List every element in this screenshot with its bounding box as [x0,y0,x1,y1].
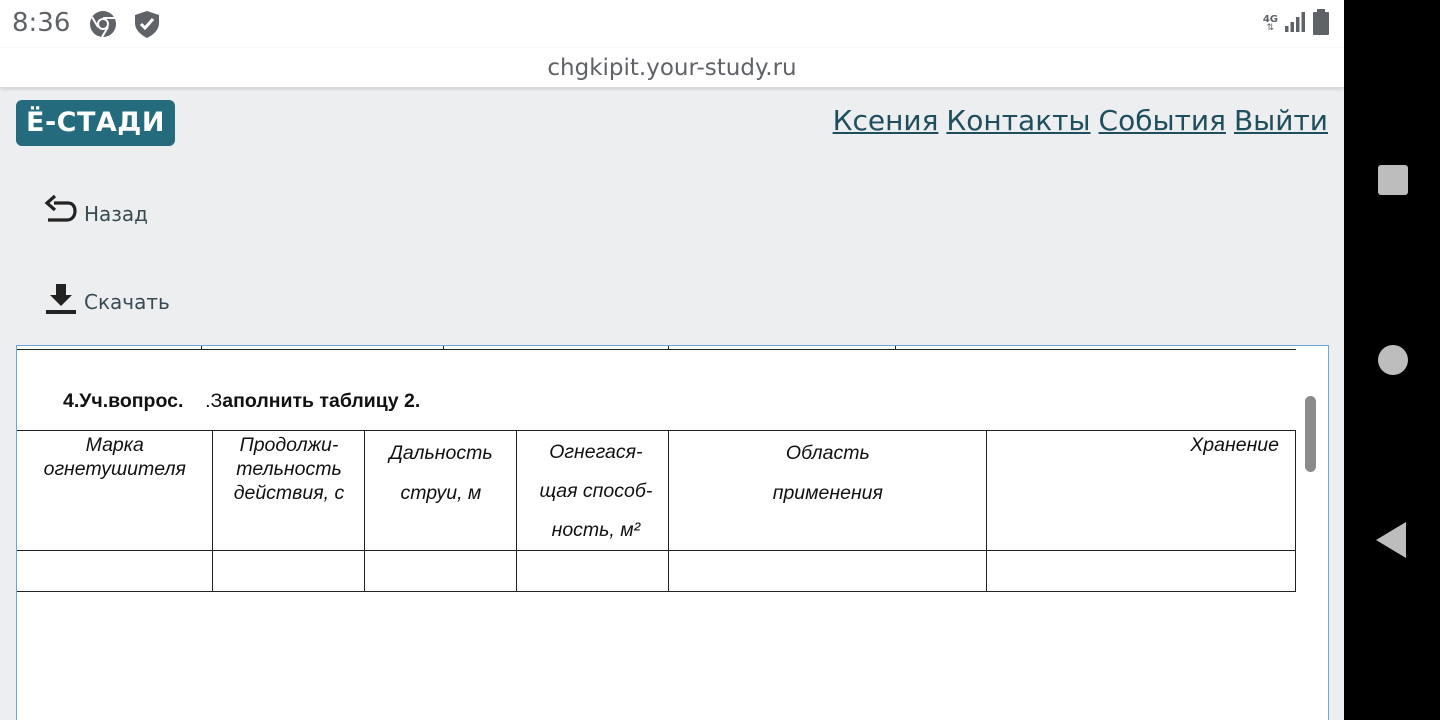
header-nav: Ксения Контакты События Выйти [833,104,1328,137]
recent-apps-icon[interactable] [1378,165,1408,195]
previous-table-divider [443,346,444,350]
previous-table-divider [895,346,896,350]
status-right-icons: 4G ⇅ [1262,8,1330,40]
download-label: Скачать [84,289,170,314]
table-header-cell: Дальность струи, м [364,430,518,551]
home-icon[interactable] [1378,345,1408,375]
table-cell[interactable] [212,550,366,592]
address-bar[interactable]: chgkipit.your-study.ru [0,48,1344,88]
site-logo[interactable]: Ё-СТАДИ [16,100,175,146]
fire-extinguisher-table: Марка огнетушителя Продолжи-тельность де… [17,430,1296,592]
previous-table-divider [668,346,669,350]
nav-link-logout[interactable]: Выйти [1234,104,1328,137]
undo-arrow-icon [44,194,78,233]
download-button[interactable]: Скачать [44,282,170,321]
previous-table-bottom [17,349,1296,350]
previous-table-divider [201,346,202,350]
table-header-cell: Огнегася-щая способ-ность, м² [516,430,670,551]
document-viewer[interactable]: 4.Уч.вопрос. .Заполнить таблицу 2. Марка… [16,345,1329,720]
document-page: 4.Уч.вопрос. .Заполнить таблицу 2. Марка… [17,346,1296,720]
table-row [17,550,1296,592]
download-icon [44,282,78,321]
document-heading: 4.Уч.вопрос. .Заполнить таблицу 2. [63,390,420,413]
nav-link-events[interactable]: События [1099,104,1226,137]
status-bar: 8:36 4G ⇅ [0,0,1344,48]
table-header-cell: Хранение [986,430,1296,551]
android-navigation-bar [1344,0,1440,720]
heading-dot: .З [205,390,223,412]
status-time: 8:36 [12,8,71,38]
signal-icon [1284,11,1306,37]
phone-screen: 8:36 4G ⇅ chgkipit.your-study.ru Ё-СТАДИ… [0,0,1344,720]
battery-icon [1312,8,1330,40]
table-cell[interactable] [668,550,988,592]
table-cell[interactable] [516,550,670,592]
heading-text: аполнить таблицу 2. [222,390,421,412]
url-text: chgkipit.your-study.ru [547,55,797,81]
table-cell[interactable] [986,550,1296,592]
table-header-cell: Марка огнетушителя [17,430,214,551]
table-cell[interactable] [364,550,518,592]
document-scrollbar-thumb[interactable] [1305,396,1316,472]
table-cell[interactable] [17,550,214,592]
table-header-cell: Область применения [668,430,988,551]
table-header-row: Марка огнетушителя Продолжи-тельность де… [17,430,1296,551]
back-triangle-icon[interactable] [1376,522,1406,558]
chrome-icon [88,9,118,39]
nav-link-profile[interactable]: Ксения [833,104,939,137]
nav-link-contacts[interactable]: Контакты [946,104,1090,137]
heading-prefix: 4.Уч.вопрос. [63,390,184,412]
network-4g-icon: 4G ⇅ [1262,14,1278,33]
table-header-cell: Продолжи-тельность действия, с [212,430,366,551]
back-label: Назад [84,201,149,226]
shield-check-icon [132,9,162,39]
back-button[interactable]: Назад [44,194,148,233]
